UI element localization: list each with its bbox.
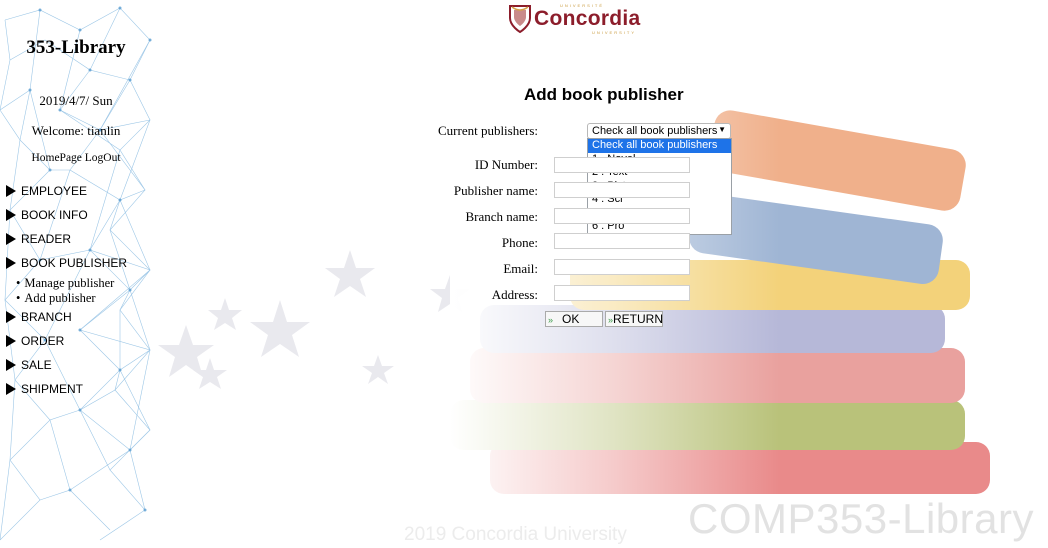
submenu-manage-publisher[interactable]: Manage publisher	[16, 276, 114, 291]
current-date: 2019/4/7/ Sun	[39, 93, 113, 108]
logo-bottom-text: UNIVERSITY	[592, 30, 637, 35]
phone-input[interactable]	[554, 233, 690, 249]
email-label: Email:	[503, 261, 538, 276]
triangle-right-icon	[6, 233, 16, 245]
network-background-graphic	[0, 6, 152, 541]
menu-item-branch[interactable]: BRANCH	[6, 310, 72, 324]
page-title: Add book publisher	[524, 85, 684, 104]
publisher-name-input[interactable]	[554, 182, 690, 198]
menu-label: READER	[21, 232, 72, 246]
triangle-right-icon	[6, 359, 16, 371]
triangle-right-icon	[6, 383, 16, 395]
menu-label: SHIPMENT	[21, 382, 84, 396]
logout-link[interactable]: LogOut	[85, 152, 121, 164]
menu-item-sale[interactable]: SALE	[6, 358, 52, 372]
menu-item-book-publisher[interactable]: BOOK PUBLISHER	[6, 256, 127, 270]
id-number-input[interactable]	[554, 157, 690, 173]
watermark-text: COMP353-Library	[688, 495, 1034, 542]
homepage-link[interactable]: HomePage	[31, 152, 81, 164]
select-value: Check all book publishers	[592, 125, 718, 137]
menu-label: BOOK INFO	[21, 208, 88, 222]
id-number-label: ID Number:	[474, 157, 538, 172]
session-links: HomePage LogOut	[0, 152, 152, 164]
copyright-text: 2019 Concordia University	[404, 524, 627, 545]
return-button[interactable]: »RETURN	[605, 311, 663, 327]
menu-item-order[interactable]: ORDER	[6, 334, 64, 348]
ok-button-label: OK	[562, 312, 580, 326]
triangle-right-icon	[6, 257, 16, 269]
logo-wordmark: Concordia	[534, 7, 641, 30]
menu-label: BRANCH	[21, 310, 72, 324]
branch-name-label: Branch name:	[465, 209, 538, 224]
submenu-add-publisher[interactable]: Add publisher	[16, 291, 95, 306]
site-title: 353-Library	[26, 37, 126, 58]
publisher-name-label: Publisher name:	[453, 183, 538, 198]
return-button-label: RETURN	[613, 312, 664, 326]
menu-item-book-info[interactable]: BOOK INFO	[6, 208, 88, 222]
double-chevron-right-icon: »	[548, 315, 554, 325]
shield-icon	[509, 5, 531, 34]
ok-button[interactable]: » OK	[545, 311, 603, 327]
triangle-right-icon	[6, 209, 16, 221]
menu-label: SALE	[21, 358, 52, 372]
branch-name-input[interactable]	[554, 208, 690, 224]
address-label: Address:	[491, 287, 538, 302]
welcome-message: Welcome: tianlin	[31, 123, 121, 138]
phone-label: Phone:	[501, 235, 538, 250]
dropdown-option[interactable]: Check all book publishers	[588, 139, 731, 153]
menu-item-shipment[interactable]: SHIPMENT	[6, 382, 83, 396]
menu-label: BOOK PUBLISHER	[21, 256, 128, 270]
address-input[interactable]	[554, 285, 690, 301]
menu-item-reader[interactable]: READER	[6, 232, 71, 246]
sidebar: 353-Library 2019/4/7/ Sun Welcome: tianl…	[0, 0, 158, 548]
menu-label: ORDER	[21, 334, 65, 348]
concordia-logo: UNIVERSITÉ Concordia UNIVERSITY	[506, 2, 646, 36]
triangle-right-icon	[6, 335, 16, 347]
menu-item-employee[interactable]: EMPLOYEE	[6, 184, 87, 198]
menu-label: EMPLOYEE	[21, 184, 88, 198]
publishers-select[interactable]: Check all book publishers ▼	[587, 123, 731, 139]
caret-down-icon: ▼	[718, 125, 726, 134]
current-publishers-label: Current publishers:	[437, 123, 538, 138]
triangle-right-icon	[6, 311, 16, 323]
triangle-right-icon	[6, 185, 16, 197]
email-input[interactable]	[554, 259, 690, 275]
